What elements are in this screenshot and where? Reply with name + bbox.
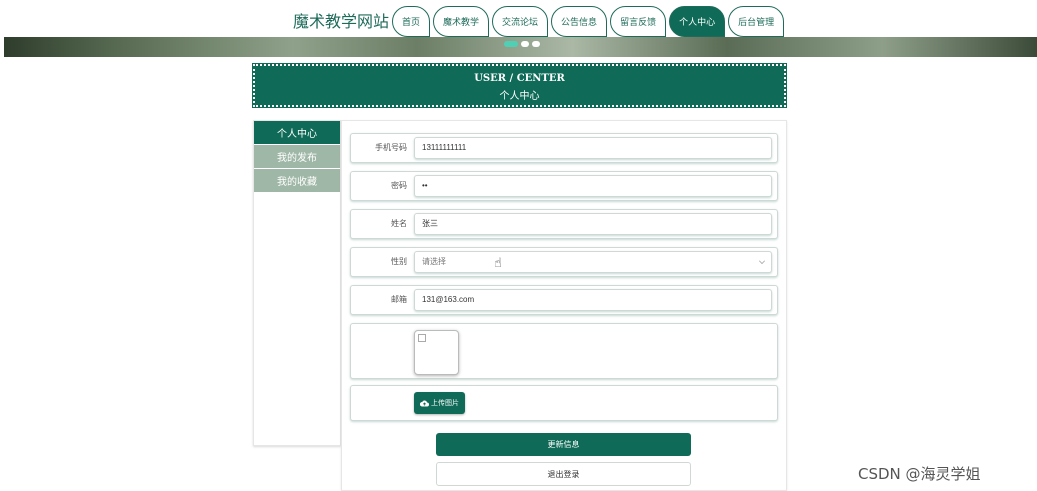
nav-feedback[interactable]: 留言反馈 [610, 6, 667, 37]
gender-label: 性别 [391, 257, 407, 266]
form-row-email: 邮箱 131@163.com [350, 285, 778, 315]
update-info-button[interactable]: 更新信息 [436, 433, 691, 456]
header: 魔术教学网站 首页 魔术教学 交流论坛 公告信息 留言反馈 个人中心 后台管理 [0, 0, 1037, 37]
chevron-down-icon [759, 258, 765, 264]
phone-input[interactable]: 13111111111 [414, 137, 772, 159]
carousel-dot-1[interactable] [504, 41, 518, 47]
nav-forum[interactable]: 交流论坛 [492, 6, 549, 37]
gender-select-placeholder: 请选择 [422, 257, 446, 266]
form-row-upload: 上传图片 [350, 385, 778, 421]
form-row-gender: 性别 请选择 [350, 247, 778, 277]
profile-form: 手机号码 13111111111 密码 •• 姓名 张三 性别 请选择 邮箱 1… [341, 120, 787, 491]
nav-admin[interactable]: 后台管理 [728, 6, 785, 37]
form-row-avatar [350, 323, 778, 379]
banner-carousel [4, 37, 1037, 57]
page-title-box: USER / CENTER 个人中心 [252, 63, 787, 108]
watermark: CSDN @海灵学姐 [858, 465, 981, 483]
sidebar: 个人中心 我的发布 我的收藏 [253, 120, 341, 446]
upload-image-label: 上传图片 [431, 399, 459, 407]
password-input[interactable]: •• [414, 175, 772, 197]
logout-button[interactable]: 退出登录 [436, 462, 691, 486]
email-label: 邮箱 [391, 295, 407, 304]
sidebar-item-my-posts[interactable]: 我的发布 [254, 145, 340, 168]
carousel-dot-3[interactable] [532, 41, 540, 47]
nav-magic-teaching[interactable]: 魔术教学 [433, 6, 490, 37]
email-input[interactable]: 131@163.com [414, 289, 772, 311]
page-title-english: USER / CENTER [474, 73, 565, 84]
cloud-upload-icon [420, 400, 429, 406]
avatar-preview [414, 330, 459, 375]
sidebar-item-personal-center[interactable]: 个人中心 [254, 121, 340, 144]
form-row-phone: 手机号码 13111111111 [350, 133, 778, 163]
gender-select[interactable]: 请选择 [414, 251, 772, 273]
carousel-indicators [504, 41, 540, 47]
form-row-name: 姓名 张三 [350, 209, 778, 239]
page-title-chinese: 个人中心 [499, 91, 540, 102]
password-label: 密码 [391, 181, 407, 190]
name-input[interactable]: 张三 [414, 213, 772, 235]
nav-announcements[interactable]: 公告信息 [551, 6, 608, 37]
name-label: 姓名 [391, 219, 407, 228]
carousel-dot-2[interactable] [521, 41, 529, 47]
broken-image-icon [418, 334, 426, 342]
nav-home[interactable]: 首页 [392, 6, 431, 37]
hand-pointer-icon: ☝ [494, 256, 502, 271]
form-row-password: 密码 •• [350, 171, 778, 201]
main-nav: 首页 魔术教学 交流论坛 公告信息 留言反馈 个人中心 后台管理 [392, 6, 787, 37]
phone-label: 手机号码 [375, 143, 407, 152]
nav-personal-center[interactable]: 个人中心 [669, 6, 726, 37]
site-title[interactable]: 魔术教学网站 [293, 8, 389, 32]
sidebar-item-my-favorites[interactable]: 我的收藏 [254, 169, 340, 192]
upload-image-button[interactable]: 上传图片 [414, 392, 465, 414]
